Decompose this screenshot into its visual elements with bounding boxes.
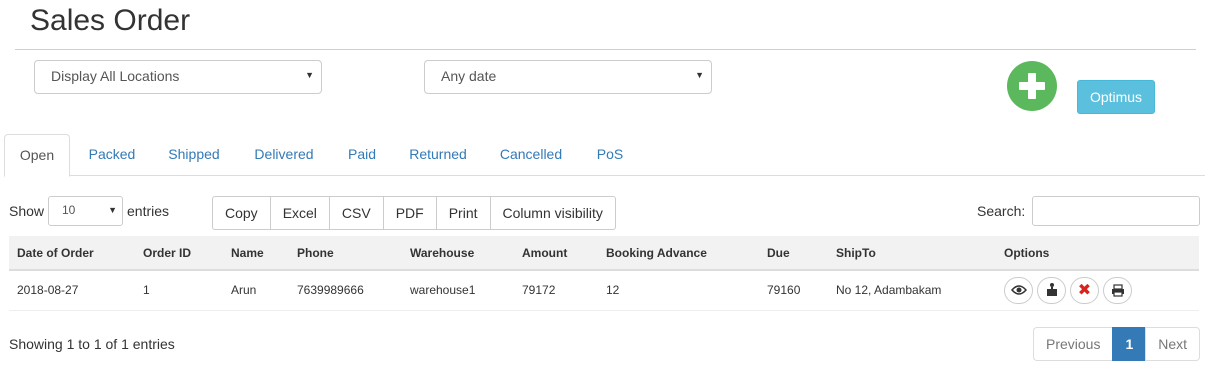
cancel-x-icon[interactable]: ✖ — [1070, 276, 1099, 304]
title-divider — [15, 49, 1196, 50]
table-cell: Arun — [223, 270, 289, 311]
csv-button[interactable]: CSV — [328, 196, 384, 230]
table-row: 2018-08-27 1 Arun 7639989666 warehouse1 … — [9, 270, 1199, 311]
table-info: Showing 1 to 1 of 1 entries — [9, 336, 175, 352]
print-icon[interactable] — [1103, 276, 1132, 304]
chevron-down-icon: ▼ — [695, 70, 704, 80]
table-cell: 12 — [598, 270, 759, 311]
tab-pos[interactable]: PoS — [585, 134, 635, 176]
page-title: Sales Order — [30, 4, 191, 37]
page-length-select[interactable]: 10 ▼ — [48, 196, 123, 226]
column-header[interactable]: Amount — [514, 236, 598, 271]
column-header[interactable]: Order ID — [135, 236, 223, 271]
tab-delivered[interactable]: Delivered — [245, 134, 323, 176]
location-select-value: Display All Locations — [51, 68, 180, 84]
table-header-row: Date of Order Order ID Name Phone Wareho… — [9, 236, 1199, 271]
column-header[interactable]: Phone — [289, 236, 402, 271]
column-header[interactable]: Options — [996, 236, 1199, 271]
column-header[interactable]: Warehouse — [402, 236, 514, 271]
column-visibility-button[interactable]: Column visibility — [489, 196, 616, 230]
search-label: Search: — [977, 203, 1026, 219]
tab-returned[interactable]: Returned — [400, 134, 476, 176]
previous-page-button[interactable]: Previous — [1033, 327, 1114, 361]
excel-button[interactable]: Excel — [269, 196, 330, 230]
table-cell: 79160 — [759, 270, 828, 311]
page-1-button[interactable]: 1 — [1112, 327, 1147, 361]
print-button[interactable]: Print — [435, 196, 491, 230]
dispatch-package-icon[interactable] — [1037, 276, 1066, 304]
column-header[interactable]: ShipTo — [828, 236, 996, 271]
column-header[interactable]: Booking Advance — [598, 236, 759, 271]
pagination: Previous 1 Next — [1033, 327, 1201, 361]
table-cell: No 12, Adambakam — [828, 270, 996, 311]
page-length-value: 10 — [62, 203, 76, 217]
table-cell: 79172 — [514, 270, 598, 311]
location-select[interactable]: Display All Locations ▼ — [34, 60, 322, 94]
tab-packed[interactable]: Packed — [78, 134, 146, 176]
orders-table: Date of Order Order ID Name Phone Wareho… — [9, 236, 1199, 311]
tab-cancelled[interactable]: Cancelled — [491, 134, 571, 176]
next-page-button[interactable]: Next — [1145, 327, 1201, 361]
table-cell: 2018-08-27 — [9, 270, 135, 311]
table-cell: warehouse1 — [402, 270, 514, 311]
show-label: Show — [9, 203, 45, 219]
tab-paid[interactable]: Paid — [337, 134, 387, 176]
chevron-down-icon: ▼ — [108, 205, 117, 215]
tab-open[interactable]: Open — [4, 134, 70, 177]
table-cell: 1 — [135, 270, 223, 311]
view-eye-icon[interactable] — [1004, 276, 1033, 304]
column-header[interactable]: Date of Order — [9, 236, 135, 271]
export-button-group: Copy Excel CSV PDF Print Column visibili… — [212, 196, 616, 230]
copy-button[interactable]: Copy — [212, 196, 271, 230]
table-cell: 7639989666 — [289, 270, 402, 311]
date-select-value: Any date — [441, 68, 497, 84]
column-header[interactable]: Name — [223, 236, 289, 271]
column-header[interactable]: Due — [759, 236, 828, 271]
search-input[interactable] — [1032, 196, 1200, 226]
chevron-down-icon: ▼ — [305, 70, 314, 80]
tab-shipped[interactable]: Shipped — [159, 134, 229, 176]
pdf-button[interactable]: PDF — [382, 196, 437, 230]
plus-icon — [1019, 73, 1045, 99]
options-cell: ✖ — [996, 270, 1199, 311]
add-order-button[interactable] — [1007, 61, 1057, 111]
optimus-button[interactable]: Optimus — [1077, 80, 1155, 114]
date-select[interactable]: Any date ▼ — [424, 60, 712, 94]
entries-label: entries — [127, 203, 170, 219]
status-tabs: Open Packed Shipped Delivered Paid Retur… — [4, 134, 1205, 177]
